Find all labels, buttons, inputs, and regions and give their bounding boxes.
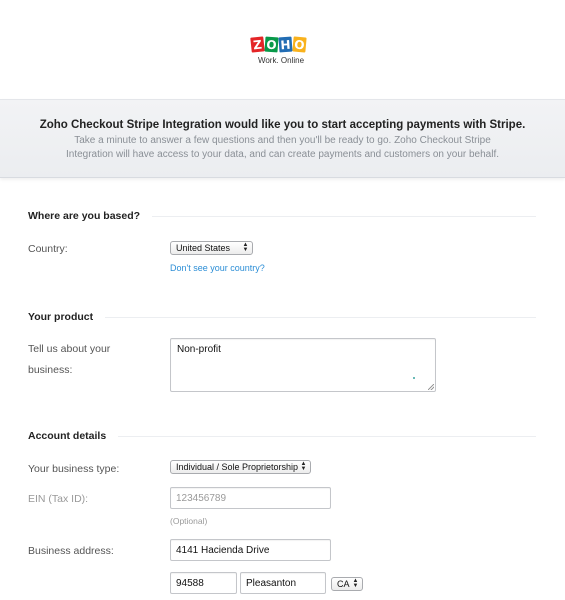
- select-arrows-icon: ▲ ▼: [242, 242, 249, 253]
- integration-banner: Zoho Checkout Stripe Integration would l…: [0, 99, 565, 178]
- section-title-product: Your product: [28, 311, 94, 323]
- business-description-textarea[interactable]: Non-profit: [170, 338, 436, 392]
- ein-input[interactable]: 123456789: [170, 487, 331, 509]
- banner-title: Zoho Checkout Stripe Integration would l…: [39, 119, 526, 131]
- section-heading-account: Account details: [28, 430, 536, 442]
- country-select-value: United States: [176, 243, 231, 253]
- address-value: 4141 Hacienda Drive: [176, 544, 270, 556]
- section-title-account: Account details: [28, 430, 107, 442]
- logo-letter-h: H: [278, 36, 293, 53]
- banner-subtitle: Take a minute to answer a few questions …: [65, 135, 500, 160]
- country-label: Country:: [28, 243, 68, 255]
- country-select[interactable]: United States ▲ ▼: [170, 241, 253, 255]
- address-input[interactable]: 4141 Hacienda Drive: [170, 539, 331, 561]
- select-arrows-icon: ▲ ▼: [352, 578, 359, 589]
- business-address-label: Business address:: [28, 545, 114, 557]
- city-value: Pleasanton: [246, 577, 297, 589]
- business-description-label-line2: business:: [28, 364, 73, 376]
- logo-letter-z: Z: [250, 36, 265, 53]
- business-type-select[interactable]: Individual / Sole Proprietorship ▲ ▼: [170, 460, 311, 474]
- section-title-location: Where are you based?: [28, 210, 141, 222]
- select-arrows-icon: ▲ ▼: [300, 461, 307, 472]
- city-input[interactable]: Pleasanton: [240, 572, 326, 594]
- zoho-logo: Z O H O Work. Online: [250, 36, 311, 67]
- ein-placeholder: 123456789: [176, 492, 227, 504]
- business-description-label-line1: Tell us about your: [28, 343, 111, 355]
- resize-grip-icon[interactable]: [428, 384, 434, 390]
- grammar-dot-icon: [413, 377, 415, 379]
- business-type-label: Your business type:: [28, 463, 120, 475]
- logo-tagline: Work. Online: [257, 56, 305, 65]
- country-help-link[interactable]: Don't see your country?: [170, 263, 265, 273]
- business-type-value: Individual / Sole Proprietorship: [176, 462, 299, 472]
- logo-letters: Z O H O: [250, 36, 311, 54]
- zip-value: 94588: [176, 577, 204, 589]
- state-select[interactable]: CA ▲ ▼: [331, 577, 363, 591]
- section-divider: [152, 215, 536, 217]
- section-divider: [105, 316, 536, 318]
- state-value: CA: [337, 579, 350, 589]
- ein-label: EIN (Tax ID):: [28, 493, 89, 505]
- section-divider: [118, 435, 536, 437]
- section-heading-product: Your product: [28, 311, 536, 323]
- ein-optional-hint: (Optional): [170, 516, 208, 526]
- logo-letter-o2: O: [292, 36, 307, 53]
- business-description-value: Non-profit: [177, 344, 221, 355]
- zip-input[interactable]: 94588: [170, 572, 237, 594]
- logo-letter-o1: O: [264, 36, 279, 53]
- section-heading-location: Where are you based?: [28, 210, 536, 222]
